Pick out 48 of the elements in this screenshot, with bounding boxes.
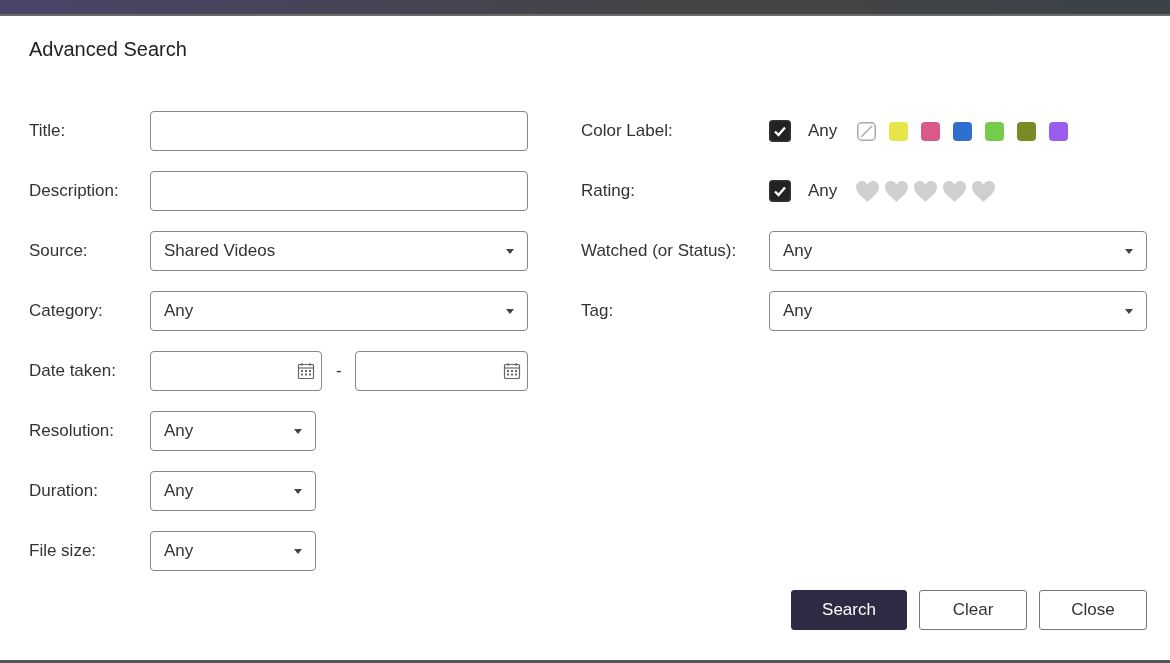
dropdown[interactable]: Any	[150, 291, 528, 331]
no-color-icon[interactable]	[857, 121, 877, 141]
caret-icon	[506, 248, 514, 254]
field-label: Category:	[29, 301, 104, 321]
caret-icon	[294, 548, 302, 554]
date-field[interactable]	[149, 351, 323, 391]
text-field[interactable]	[150, 171, 528, 211]
field-label: Duration:	[29, 481, 99, 501]
checkbox[interactable]	[769, 180, 791, 202]
color-swatch[interactable]	[985, 121, 1005, 141]
color-swatch[interactable]	[1049, 121, 1069, 141]
color-swatch[interactable]	[921, 121, 941, 141]
field-label: Tag:	[581, 301, 615, 321]
caret-icon	[506, 308, 514, 314]
calendar-icon[interactable]	[297, 362, 316, 380]
date-field[interactable]	[355, 351, 528, 391]
dropdown[interactable]: Any	[150, 531, 316, 571]
field-label: Source:	[29, 241, 89, 261]
dropdown[interactable]: Any	[769, 291, 1147, 331]
dialog-button[interactable]: Close	[1039, 590, 1147, 630]
dialog-button[interactable]: Clear	[919, 590, 1027, 630]
caret-icon	[294, 428, 302, 434]
caret-icon	[294, 488, 302, 494]
dialog-title: Advanced Search	[29, 38, 188, 61]
dropdown[interactable]: Shared Videos	[150, 231, 528, 271]
field-label: Date taken:	[29, 361, 117, 381]
calendar-icon[interactable]	[503, 362, 521, 380]
field-label: Title:	[29, 121, 67, 141]
checkbox-label: Any	[808, 121, 838, 141]
color-swatch[interactable]	[1017, 121, 1037, 141]
dialog-button[interactable]: Search	[791, 590, 907, 630]
field-label: Color Label:	[581, 121, 674, 141]
caret-icon	[1125, 248, 1133, 254]
checkbox-label: Any	[808, 181, 838, 201]
field-label: File size:	[29, 541, 98, 561]
field-label: Rating:	[581, 181, 636, 201]
field-label: Resolution:	[29, 421, 116, 441]
color-swatch[interactable]	[953, 121, 973, 141]
dropdown[interactable]: Any	[769, 231, 1147, 271]
range-separator: -	[335, 361, 343, 381]
field-label: Description:	[29, 181, 120, 201]
caret-icon	[1125, 308, 1133, 314]
color-swatch[interactable]	[889, 121, 909, 141]
dropdown[interactable]: Any	[150, 411, 316, 451]
dropdown[interactable]: Any	[150, 471, 316, 511]
field-label: Watched (or Status):	[581, 241, 738, 261]
text-field[interactable]	[150, 111, 528, 151]
checkbox[interactable]	[769, 120, 791, 142]
